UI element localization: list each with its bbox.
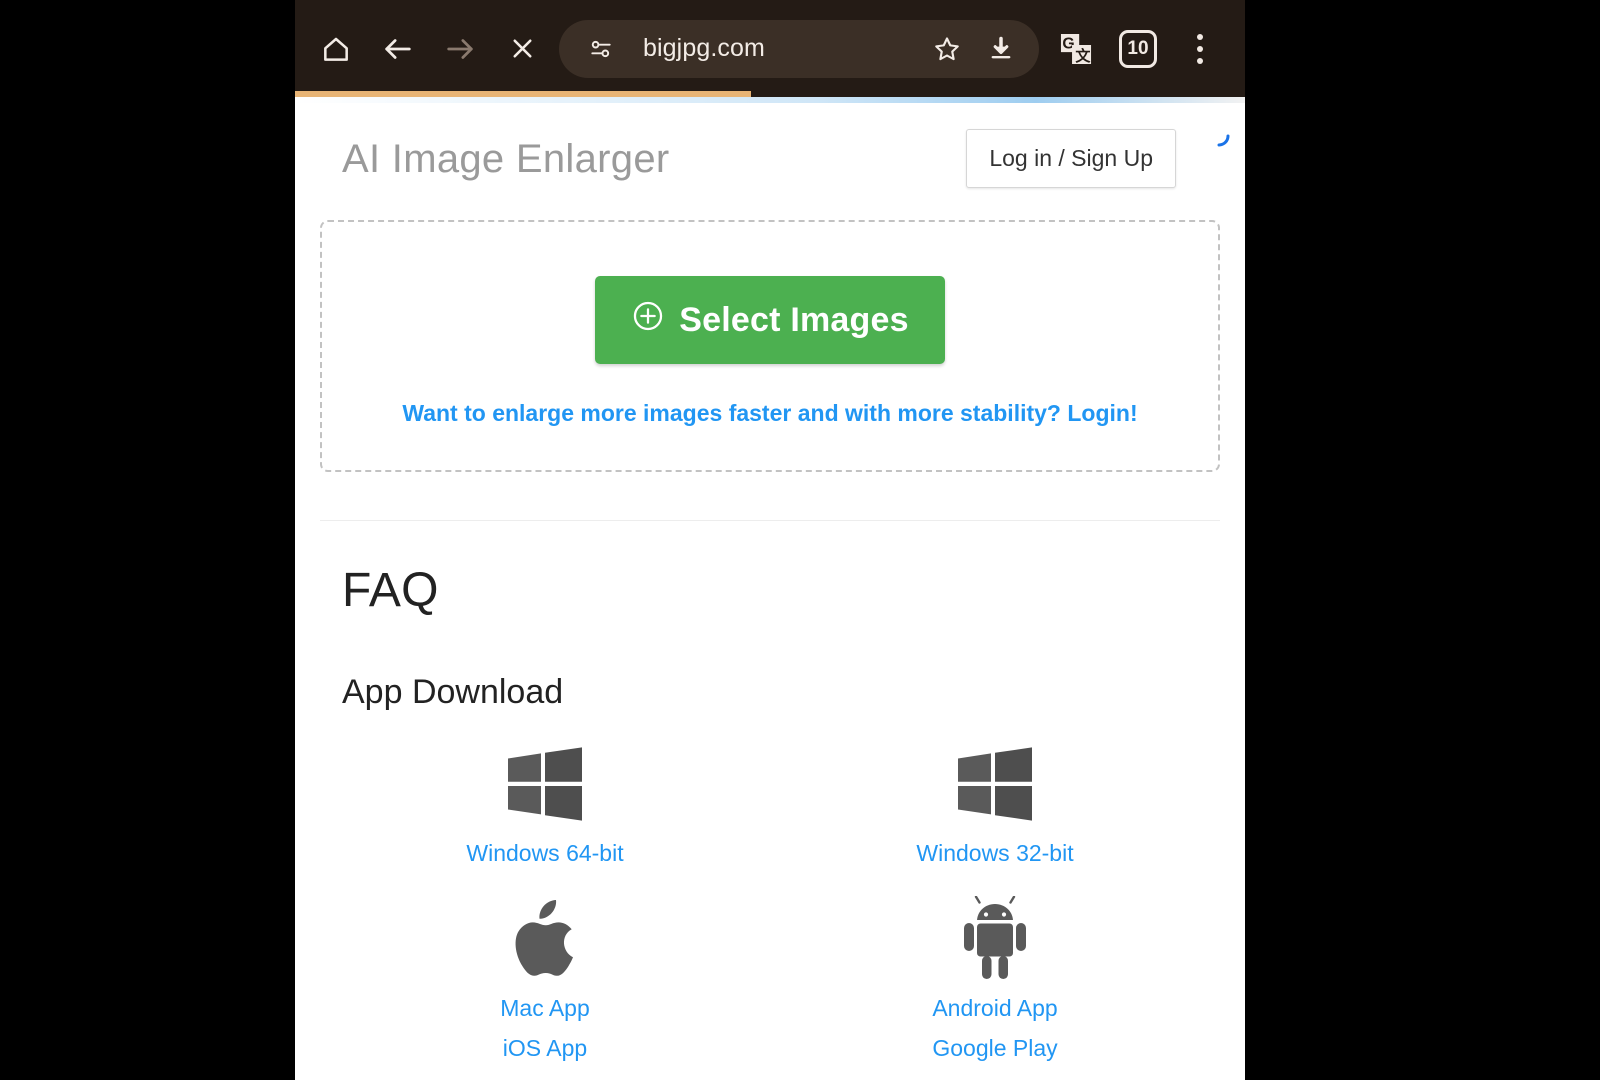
back-button[interactable] — [367, 18, 429, 80]
stop-loading-icon — [507, 33, 538, 64]
windows-logo-icon[interactable] — [954, 744, 1036, 824]
translate-button[interactable]: G 文 — [1045, 18, 1107, 80]
windows-32-link[interactable]: Windows 32-bit — [916, 840, 1073, 867]
home-icon — [320, 33, 352, 65]
app-download-grid: Windows 64-bit Windows 32-bit Mac App iO… — [320, 744, 1220, 1062]
app-cell-android: Android App Google Play — [770, 896, 1220, 1062]
login-signup-button[interactable]: Log in / Sign Up — [966, 129, 1176, 188]
google-translate-icon: G 文 — [1057, 30, 1095, 68]
overflow-menu-button[interactable] — [1169, 18, 1231, 80]
windows-logo-icon[interactable] — [504, 744, 586, 824]
star-icon[interactable] — [927, 29, 967, 69]
ios-app-link[interactable]: iOS App — [503, 1035, 587, 1062]
page-header: AI Image Enlarger Log in / Sign Up — [320, 103, 1230, 188]
phone-viewport: bigjpg.com G 文 10 AI Image Enlarger Log … — [295, 0, 1245, 1080]
page-load-progress — [295, 91, 1245, 97]
select-images-label: Select Images — [679, 300, 909, 339]
page-load-progress-fill — [295, 91, 751, 97]
android-logo-icon[interactable] — [956, 896, 1034, 979]
download-icon[interactable] — [981, 29, 1021, 69]
select-images-button[interactable]: Select Images — [595, 276, 945, 364]
app-cell-apple: Mac App iOS App — [320, 899, 770, 1062]
forward-button[interactable] — [429, 18, 491, 80]
svg-text:文: 文 — [1075, 47, 1091, 65]
app-cell-windows-64: Windows 64-bit — [320, 744, 770, 867]
tab-switcher-button[interactable]: 10 — [1107, 18, 1169, 80]
plus-circle-icon — [631, 299, 665, 342]
app-cell-windows-32: Windows 32-bit — [770, 744, 1220, 867]
faq-heading: FAQ — [342, 564, 439, 617]
mac-app-link[interactable]: Mac App — [500, 995, 590, 1022]
apple-logo-icon[interactable] — [509, 899, 581, 979]
page-title: AI Image Enlarger — [342, 136, 670, 181]
forward-arrow-icon — [443, 32, 477, 66]
back-arrow-icon — [381, 32, 415, 66]
url-text: bigjpg.com — [643, 34, 765, 62]
site-settings-icon[interactable] — [581, 29, 621, 69]
upload-dropzone[interactable]: Select Images Want to enlarge more image… — [320, 220, 1220, 472]
tab-count-badge: 10 — [1119, 29, 1157, 68]
page-content: AI Image Enlarger Log in / Sign Up Selec… — [295, 103, 1245, 1080]
loading-spinner-icon — [1206, 123, 1232, 149]
overflow-menu-icon — [1197, 33, 1203, 64]
android-app-link[interactable]: Android App — [932, 995, 1057, 1022]
login-hint-link[interactable]: Want to enlarge more images faster and w… — [402, 400, 1137, 427]
windows-64-link[interactable]: Windows 64-bit — [466, 840, 623, 867]
browser-toolbar: bigjpg.com G 文 10 — [295, 0, 1245, 97]
google-play-link[interactable]: Google Play — [932, 1035, 1057, 1062]
app-download-heading: App Download — [342, 673, 564, 711]
screenshot-root: bigjpg.com G 文 10 AI Image Enlarger Log … — [0, 0, 1600, 1080]
section-divider — [320, 520, 1220, 521]
stop-loading-button[interactable] — [491, 18, 553, 80]
home-button[interactable] — [305, 18, 367, 80]
address-bar[interactable]: bigjpg.com — [559, 19, 1039, 78]
